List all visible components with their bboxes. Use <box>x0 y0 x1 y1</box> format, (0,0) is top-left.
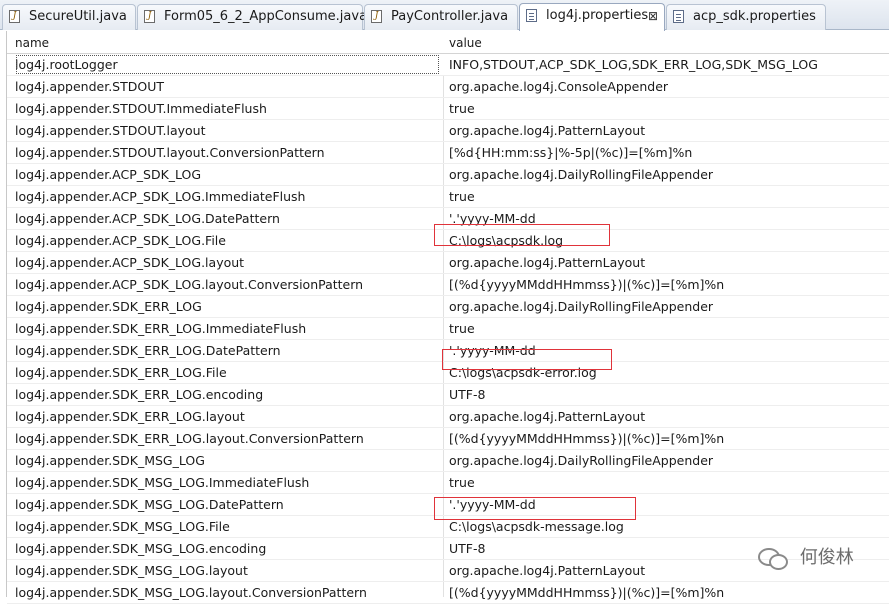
watermark-text: 何俊林 <box>799 547 854 568</box>
highlight-box-acpsdk-error-log <box>442 349 612 370</box>
property-value-cell[interactable]: true <box>449 98 889 119</box>
property-name-cell[interactable]: log4j.appender.SDK_MSG_LOG.ImmediateFlus… <box>15 472 440 493</box>
property-name-cell[interactable]: log4j.appender.SDK_MSG_LOG.File <box>15 516 440 537</box>
property-name-cell[interactable]: log4j.appender.SDK_ERR_LOG.layout.Conver… <box>15 428 440 449</box>
property-name-cell[interactable]: log4j.appender.STDOUT.ImmediateFlush <box>15 98 440 119</box>
java-file-icon: J <box>9 10 20 23</box>
tab-label: Form05_6_2_AppConsume.java <box>164 9 368 24</box>
property-name-cell[interactable]: log4j.appender.STDOUT.layout.ConversionP… <box>15 142 440 163</box>
table-row[interactable]: log4j.rootLogger INFO,STDOUT,ACP_SDK_LOG,… <box>7 54 889 76</box>
property-name-cell[interactable]: log4j.appender.ACP_SDK_LOG.layout.Conver… <box>15 274 440 295</box>
highlight-box-acpsdk-message-log <box>434 497 636 520</box>
property-name-cell[interactable]: log4j.appender.SDK_ERR_LOG <box>15 296 440 317</box>
property-name-cell[interactable]: log4j.appender.ACP_SDK_LOG.File <box>15 230 440 251</box>
property-name-cell[interactable]: log4j.appender.SDK_MSG_LOG.layout <box>15 560 440 581</box>
property-value-cell[interactable]: org.apache.log4j.DailyRollingFileAppende… <box>449 164 889 185</box>
property-value-cell[interactable]: [(%d{yyyyMMddHHmmss})|(%c)]=[%m]%n <box>449 274 889 295</box>
tab-label: SecureUtil.java <box>29 9 127 24</box>
table-row[interactable]: log4j.appender.STDOUT org.apache.log4j.Co… <box>7 76 889 98</box>
tab-label: PayController.java <box>391 9 509 24</box>
property-name-cell[interactable]: log4j.appender.ACP_SDK_LOG.DatePattern <box>15 208 440 229</box>
property-name-cell[interactable]: log4j.appender.SDK_MSG_LOG.DatePattern <box>15 494 440 515</box>
property-value-cell[interactable]: [%d{HH:mm:ss}|%-5p|(%c)]=[%m]%n <box>449 142 889 163</box>
tab-paycontroller-java[interactable]: J PayController.java <box>364 4 518 30</box>
property-name-cell[interactable]: log4j.appender.STDOUT.layout <box>15 120 440 141</box>
close-icon[interactable]: ⊠ <box>648 4 658 28</box>
table-row[interactable]: log4j.appender.ACP_SDK_LOG.layout.Conver… <box>7 274 889 296</box>
table-header: name value <box>7 31 889 54</box>
property-value-cell[interactable]: UTF-8 <box>449 384 889 405</box>
property-value-cell[interactable]: org.apache.log4j.ConsoleAppender <box>449 76 889 97</box>
property-value-cell[interactable]: [(%d{yyyyMMddHHmmss})|(%c)]=[%m]%n <box>449 428 889 449</box>
table-row[interactable]: log4j.appender.SDK_ERR_LOG.encoding UTF-8 <box>7 384 889 406</box>
property-value-cell[interactable]: org.apache.log4j.DailyRollingFileAppende… <box>449 450 889 471</box>
table-row[interactable]: log4j.appender.SDK_ERR_LOG org.apache.log… <box>7 296 889 318</box>
editor-tab-bar: J SecureUtil.java J Form05_6_2_AppConsum… <box>0 0 889 31</box>
properties-table: name value log4j.rootLogger INFO,STDOUT,A… <box>6 31 889 604</box>
table-row[interactable]: log4j.appender.ACP_SDK_LOG.ImmediateFlus… <box>7 186 889 208</box>
column-header-name[interactable]: name <box>15 31 49 55</box>
property-name-cell[interactable]: log4j.appender.SDK_ERR_LOG.ImmediateFlus… <box>15 318 440 339</box>
properties-file-icon <box>526 9 537 22</box>
property-name-cell[interactable]: log4j.appender.SDK_MSG_LOG.encoding <box>15 538 440 559</box>
table-row[interactable]: log4j.appender.ACP_SDK_LOG org.apache.log… <box>7 164 889 186</box>
property-name-cell[interactable]: log4j.appender.ACP_SDK_LOG.ImmediateFlus… <box>15 186 440 207</box>
property-value-cell[interactable]: true <box>449 472 889 493</box>
property-name-cell[interactable]: log4j.appender.SDK_MSG_LOG <box>15 450 440 471</box>
property-name-cell[interactable]: log4j.appender.ACP_SDK_LOG.layout <box>15 252 440 273</box>
tab-label: log4j.properties <box>546 8 649 23</box>
tab-secureutil-java[interactable]: J SecureUtil.java <box>2 4 136 30</box>
highlight-box-acpsdk-log <box>434 224 610 246</box>
property-name-cell[interactable]: log4j.appender.SDK_ERR_LOG.File <box>15 362 440 383</box>
tab-label: acp_sdk.properties <box>693 9 816 24</box>
tab-acp-sdk-properties[interactable]: acp_sdk.properties <box>666 4 826 30</box>
property-name-cell[interactable]: log4j.appender.SDK_MSG_LOG.layout.Conver… <box>15 582 440 603</box>
property-name-cell[interactable]: log4j.rootLogger <box>15 54 440 75</box>
property-value-cell[interactable]: INFO,STDOUT,ACP_SDK_LOG,SDK_ERR_LOG,SDK_… <box>449 54 889 75</box>
property-value-cell[interactable]: [(%d{yyyyMMddHHmmss})|(%c)]=[%m]%n <box>449 582 889 603</box>
java-file-icon: J <box>371 10 382 23</box>
table-row[interactable]: log4j.appender.STDOUT.layout org.apache.l… <box>7 120 889 142</box>
tab-log4j-properties[interactable]: log4j.properties ⊠ <box>519 3 665 31</box>
property-value-cell[interactable]: org.apache.log4j.PatternLayout <box>449 120 889 141</box>
property-name-cell[interactable]: log4j.appender.STDOUT <box>15 76 440 97</box>
wechat-icon <box>758 546 788 570</box>
java-file-icon: J <box>144 10 155 23</box>
column-header-value[interactable]: value <box>449 31 482 55</box>
tab-form05-appconsume-java[interactable]: J Form05_6_2_AppConsume.java <box>137 4 367 30</box>
table-row[interactable]: log4j.appender.SDK_ERR_LOG.ImmediateFlus… <box>7 318 889 340</box>
table-row[interactable]: log4j.appender.SDK_ERR_LOG.layout.Conver… <box>7 428 889 450</box>
table-row[interactable]: log4j.appender.SDK_MSG_LOG.layout org.apa… <box>7 560 889 582</box>
table-row[interactable]: log4j.appender.SDK_ERR_LOG.layout org.apa… <box>7 406 889 428</box>
table-row[interactable]: log4j.appender.SDK_MSG_LOG org.apache.log… <box>7 450 889 472</box>
table-row[interactable]: log4j.appender.STDOUT.ImmediateFlush true <box>7 98 889 120</box>
property-name-cell[interactable]: log4j.appender.SDK_ERR_LOG.layout <box>15 406 440 427</box>
property-value-cell[interactable]: true <box>449 186 889 207</box>
table-row[interactable]: log4j.appender.ACP_SDK_LOG.layout org.apa… <box>7 252 889 274</box>
table-row[interactable]: log4j.appender.SDK_MSG_LOG.ImmediateFlus… <box>7 472 889 494</box>
property-value-cell[interactable]: org.apache.log4j.DailyRollingFileAppende… <box>449 296 889 317</box>
property-value-cell[interactable]: true <box>449 318 889 339</box>
table-row[interactable]: log4j.appender.STDOUT.layout.ConversionP… <box>7 142 889 164</box>
table-row[interactable]: log4j.appender.SDK_MSG_LOG.layout.Conver… <box>7 582 889 604</box>
property-name-cell[interactable]: log4j.appender.ACP_SDK_LOG <box>15 164 440 185</box>
property-value-cell[interactable]: org.apache.log4j.PatternLayout <box>449 252 889 273</box>
table-row[interactable]: log4j.appender.SDK_MSG_LOG.encoding UTF-8 <box>7 538 889 560</box>
watermark: 何俊林 <box>758 543 854 573</box>
property-value-cell[interactable]: org.apache.log4j.PatternLayout <box>449 406 889 427</box>
property-name-cell[interactable]: log4j.appender.SDK_ERR_LOG.DatePattern <box>15 340 440 361</box>
property-name-cell[interactable]: log4j.appender.SDK_ERR_LOG.encoding <box>15 384 440 405</box>
properties-file-icon <box>673 10 684 23</box>
table-body: log4j.rootLogger INFO,STDOUT,ACP_SDK_LOG,… <box>7 54 889 604</box>
